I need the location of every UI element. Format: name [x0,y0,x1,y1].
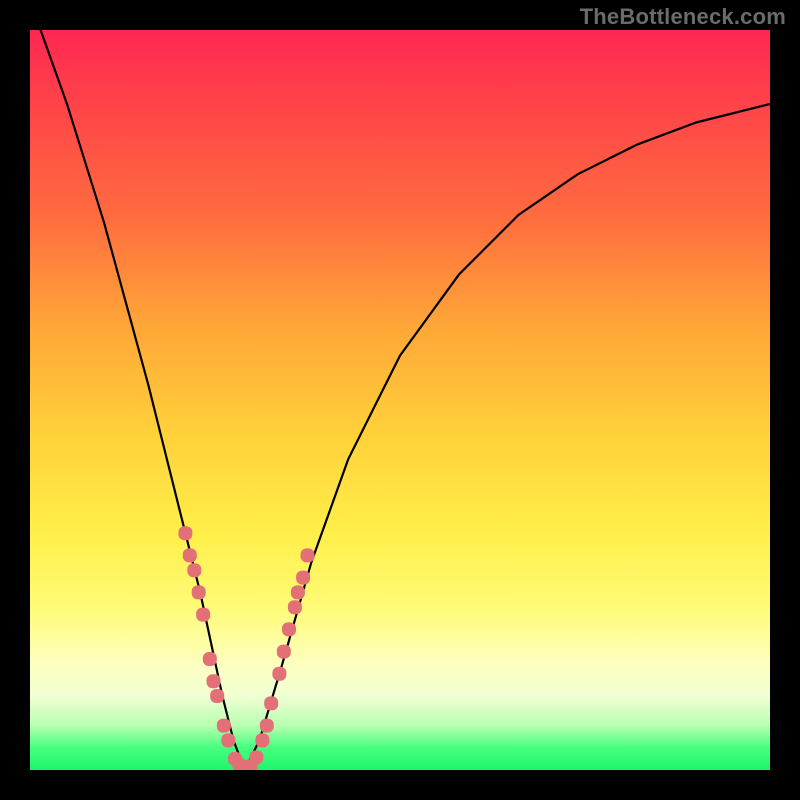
marker-dot [291,585,305,599]
marker-dot [288,600,302,614]
marker-dot [192,585,206,599]
marker-dot [249,750,263,764]
chart-frame: TheBottleneck.com [0,0,800,800]
marker-dot [178,526,192,540]
marker-dot [301,548,315,562]
marker-group [178,526,314,770]
marker-dot [187,563,201,577]
chart-svg [30,30,770,770]
marker-dot [203,652,217,666]
marker-dot [207,674,221,688]
watermark-text: TheBottleneck.com [580,4,786,30]
marker-dot [264,696,278,710]
bottleneck-curve [30,30,770,770]
marker-dot [217,719,231,733]
marker-dot [296,571,310,585]
marker-dot [277,645,291,659]
marker-dot [210,689,224,703]
marker-dot [196,608,210,622]
marker-dot [260,719,274,733]
marker-dot [282,622,296,636]
marker-dot [221,733,235,747]
plot-area [30,30,770,770]
marker-dot [255,733,269,747]
marker-dot [272,667,286,681]
marker-dot [183,548,197,562]
